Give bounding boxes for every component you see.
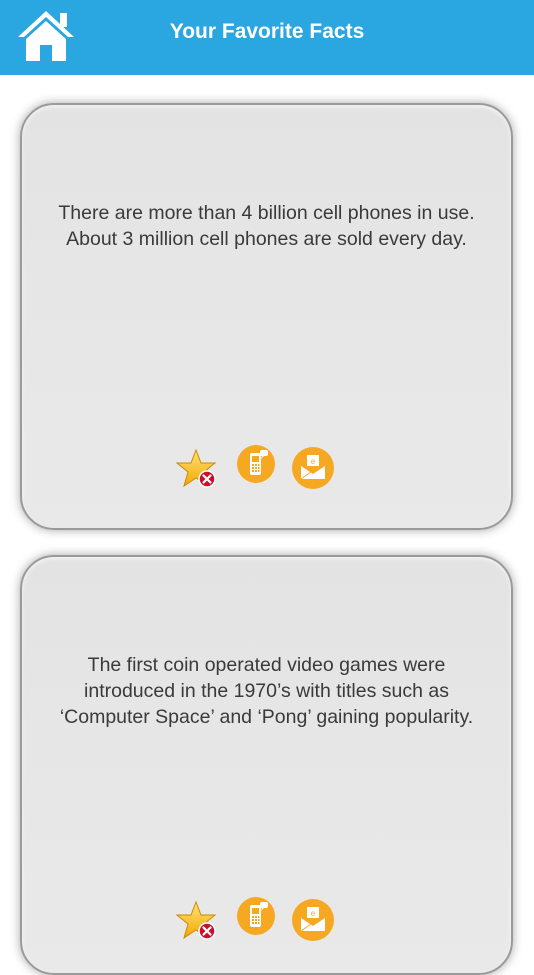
email-envelope-icon: e	[292, 447, 334, 489]
svg-text:e: e	[311, 457, 316, 466]
unfavorite-button[interactable]	[175, 448, 222, 494]
sms-phone-icon	[237, 445, 275, 483]
app-header: Your Favorite Facts	[0, 0, 534, 75]
fact-text: There are more than 4 billion cell phone…	[40, 200, 493, 252]
page-title: Your Favorite Facts	[169, 20, 365, 43]
svg-text:e: e	[311, 909, 316, 918]
unfavorite-star-icon	[175, 448, 217, 488]
fact-line: ‘Computer Space’ and ‘Pong’ gaining popu…	[59, 706, 474, 728]
fact-card: The first coin operated video games were…	[20, 555, 513, 975]
fact-line: The first coin operated video games were	[87, 654, 446, 676]
unfavorite-button[interactable]	[175, 900, 222, 946]
fact-text: The first coin operated video games were…	[40, 652, 493, 730]
fact-line: About 3 million cell phones are sold eve…	[66, 228, 467, 250]
fact-line: There are more than 4 billion cell phone…	[58, 202, 475, 224]
share-sms-button[interactable]	[236, 444, 282, 490]
fact-actions: e	[175, 444, 342, 494]
sms-phone-icon	[237, 897, 275, 935]
fact-card: There are more than 4 billion cell phone…	[20, 103, 513, 530]
share-email-button[interactable]: e	[291, 898, 337, 944]
share-sms-button[interactable]	[236, 896, 282, 942]
fact-actions: e	[175, 896, 342, 946]
share-email-button[interactable]: e	[291, 446, 337, 492]
email-envelope-icon: e	[292, 899, 334, 941]
fact-line: introduced in the 1970’s with titles suc…	[84, 680, 449, 702]
unfavorite-star-icon	[175, 900, 217, 940]
